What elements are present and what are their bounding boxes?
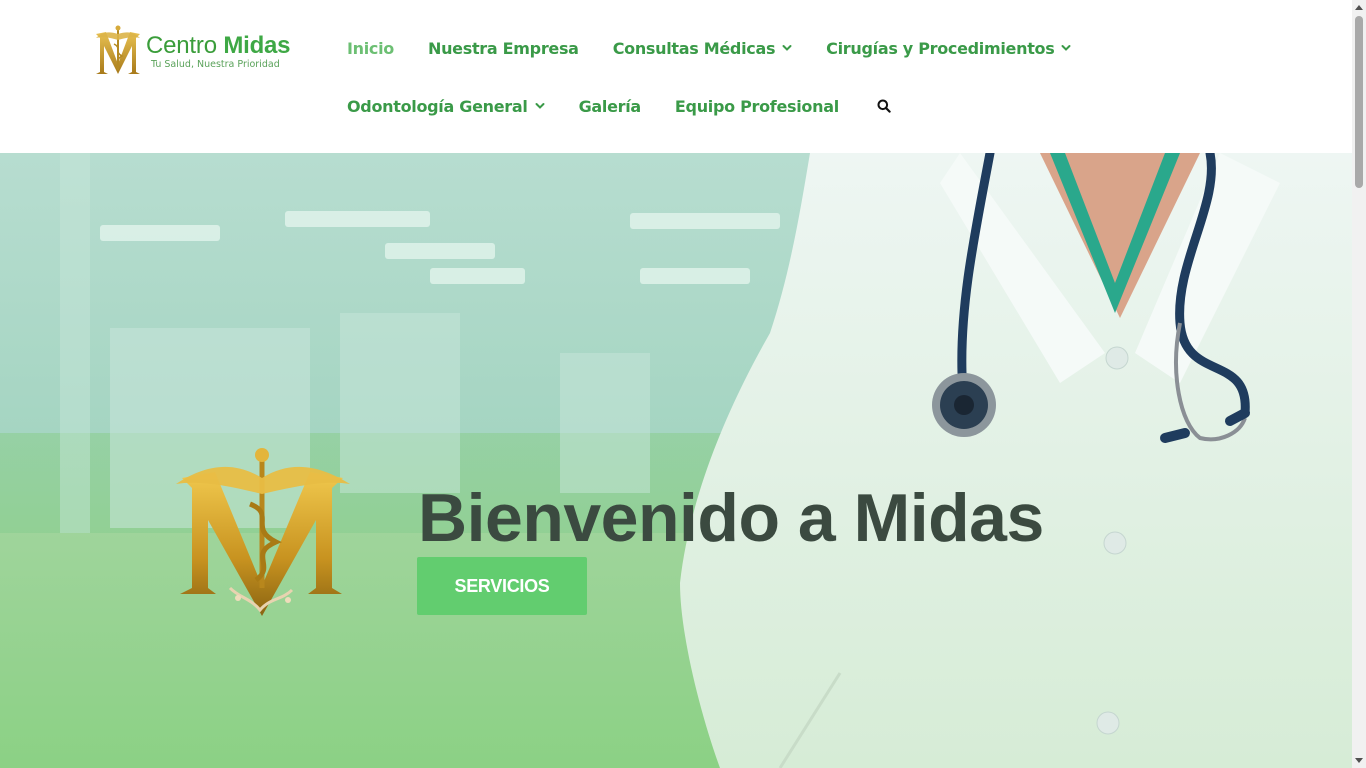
search-icon bbox=[877, 99, 891, 113]
doctor-image bbox=[680, 153, 1352, 768]
nav-item-inicio[interactable]: Inicio bbox=[347, 39, 394, 58]
hero-bg-light bbox=[285, 211, 430, 227]
chevron-down-icon bbox=[535, 103, 545, 109]
caduceus-emblem-icon bbox=[176, 448, 350, 616]
nav-label: Odontología General bbox=[347, 96, 528, 116]
nav-label: Nuestra Empresa bbox=[428, 38, 579, 58]
brand-name-regular: Centro bbox=[146, 32, 224, 59]
brand-name: Centro Midas bbox=[146, 32, 291, 59]
nav-row-2: Odontología General Galería Equipo Profe… bbox=[347, 86, 893, 126]
hero-bg-wall bbox=[340, 313, 460, 493]
hero-bg-wall bbox=[560, 353, 650, 493]
nav-item-cirugias-procedimientos[interactable]: Cirugías y Procedimientos bbox=[826, 39, 1071, 58]
chevron-down-icon bbox=[1355, 758, 1363, 763]
brand-name-bold: Midas bbox=[223, 32, 291, 59]
scroll-up-button[interactable] bbox=[1352, 0, 1366, 14]
chevron-down-icon bbox=[1061, 45, 1071, 51]
chevron-down-icon bbox=[782, 45, 792, 51]
nav-item-galeria[interactable]: Galería bbox=[578, 96, 642, 116]
brand-logo[interactable]: Centro Midas Tu Salud, Nuestra Prioridad bbox=[92, 24, 302, 80]
brand-text: Centro Midas Tu Salud, Nuestra Prioridad bbox=[146, 32, 291, 70]
nav-item-consultas-medicas[interactable]: Consultas Médicas bbox=[613, 39, 792, 58]
servicios-button[interactable]: SERVICIOS bbox=[417, 557, 587, 615]
brand-tagline: Tu Salud, Nuestra Prioridad bbox=[151, 59, 280, 70]
nav-row-1: Inicio Nuestra Empresa Consultas Médicas… bbox=[347, 28, 1105, 68]
hero-bg-light bbox=[385, 243, 495, 259]
nav-label: Consultas Médicas bbox=[612, 38, 776, 58]
hero-section: Bienvenido a Midas SERVICIOS bbox=[0, 153, 1352, 768]
nav-item-equipo-profesional[interactable]: Equipo Profesional bbox=[675, 97, 839, 116]
search-button[interactable] bbox=[875, 97, 893, 115]
caduceus-logo-icon bbox=[96, 25, 140, 74]
site-header: Centro Midas Tu Salud, Nuestra Prioridad… bbox=[0, 0, 1352, 153]
page-scrollbar[interactable] bbox=[1352, 0, 1366, 768]
scroll-thumb[interactable] bbox=[1355, 16, 1363, 188]
nav-label: Cirugías y Procedimientos bbox=[826, 38, 1055, 58]
hero-bg-light bbox=[430, 268, 525, 284]
main-nav: Inicio Nuestra Empresa Consultas Médicas… bbox=[347, 0, 1071, 153]
hero-bg-column bbox=[60, 153, 90, 573]
hero-bg-light bbox=[100, 225, 220, 241]
scroll-down-button[interactable] bbox=[1352, 754, 1366, 768]
nav-label: Equipo Profesional bbox=[674, 96, 839, 116]
nav-item-odontologia-general[interactable]: Odontología General bbox=[347, 97, 545, 116]
hero-title: Bienvenido a Midas bbox=[418, 480, 1044, 556]
nav-label: Galería bbox=[578, 96, 642, 116]
nav-label: Inicio bbox=[347, 38, 394, 58]
nav-item-nuestra-empresa[interactable]: Nuestra Empresa bbox=[428, 39, 579, 58]
chevron-up-icon bbox=[1355, 5, 1363, 10]
page: Centro Midas Tu Salud, Nuestra Prioridad… bbox=[0, 0, 1366, 768]
